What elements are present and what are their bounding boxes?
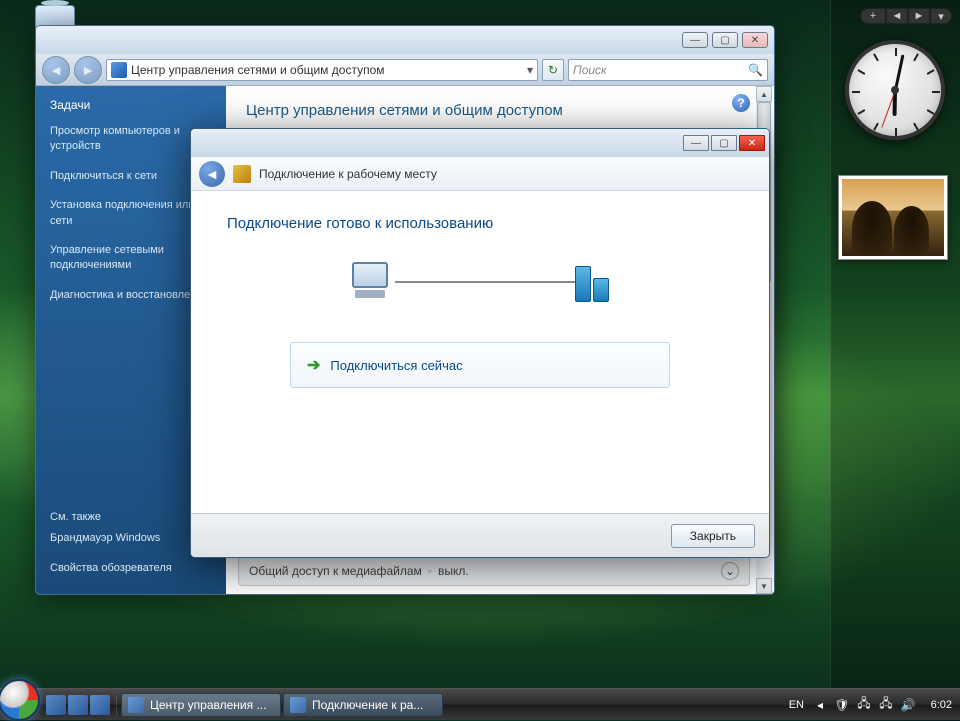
language-indicator[interactable]: EN [787,699,806,711]
address-bar[interactable]: Центр управления сетями и общим доступом… [106,59,538,81]
close-dialog-button[interactable]: Закрыть [671,524,755,548]
start-button[interactable] [0,679,40,721]
gadget-controls: + ◄ ► ▾ [860,8,952,24]
taskbar-item-network-center[interactable]: Центр управления ... [121,693,281,717]
connection-wizard-dialog: — ▢ ✕ ◄ Подключение к рабочему месту Под… [190,128,770,558]
minute-hand [894,54,904,90]
gadget-next-button[interactable]: ► [908,8,930,24]
network-center-icon [128,697,144,713]
workplace-icon [233,165,251,183]
connection-graphic [227,262,733,302]
show-desktop-icon[interactable] [46,695,66,715]
scroll-down-icon[interactable]: ▼ [756,578,772,594]
sidebar-header: Задачи [50,98,212,112]
slideshow-gadget[interactable] [838,175,948,260]
clock[interactable]: 6:02 [922,699,952,711]
connect-now-button[interactable]: ➔ Подключиться сейчас [290,342,670,388]
minimize-button[interactable]: — [682,32,708,48]
sidebar-item[interactable]: Управление сетевыми подключениями [50,243,212,274]
slideshow-image [842,179,944,256]
volume-icon[interactable]: 🔊 [900,697,916,713]
dialog-body: Подключение готово к использованию ➔ Под… [191,191,769,513]
media-sharing-state: выкл. [438,564,469,578]
dialog-close-button[interactable]: ✕ [739,135,765,151]
dialog-footer: Закрыть [191,513,769,557]
dialog-header-text: Подключение к рабочему месту [259,167,437,181]
computer-icon [345,262,395,302]
arrow-right-icon: ➔ [307,355,320,375]
address-text: Центр управления сетями и общим доступом [131,63,523,77]
see-also-header: См. также [50,511,212,523]
address-dropdown-icon[interactable]: ▾ [527,63,533,77]
gadget-menu-button[interactable]: ▾ [930,8,952,24]
dialog-minimize-button[interactable]: — [683,135,709,151]
connection-line-icon [395,281,575,283]
sidebar-see-also-item[interactable]: Брандмауэр Windows [50,531,212,546]
quick-launch-item[interactable] [90,695,110,715]
maximize-button[interactable]: ▢ [712,32,738,48]
sidebar-item[interactable]: Установка подключения или сети [50,198,212,229]
media-sharing-label: Общий доступ к медиафайлам [249,564,422,578]
security-icon[interactable]: 🛡 [834,697,850,713]
media-sharing-row[interactable]: Общий доступ к медиафайлам ◦ выкл. ⌄ [238,556,750,586]
system-tray: EN ◂ 🛡 🖧 🖧 🔊 6:02 [779,697,960,713]
task-buttons: Центр управления ... Подключение к ра... [117,693,779,717]
dialog-heading: Подключение готово к использованию [227,215,733,232]
network-icon[interactable]: 🖧 [878,697,894,713]
network-center-icon [111,62,127,78]
task-label: Центр управления ... [150,698,266,712]
dialog-header: ◄ Подключение к рабочему месту [191,157,769,191]
search-placeholder: Поиск [573,63,607,77]
sidebar-item[interactable]: Диагностика и восстановление [50,288,212,303]
sidebar-item[interactable]: Просмотр компьютеров и устройств [50,124,212,155]
back-button[interactable]: ◄ [42,56,70,84]
gadget-add-button[interactable]: + [860,8,886,24]
workplace-icon [290,697,306,713]
explorer-navbar: ◄ ► Центр управления сетями и общим дост… [36,54,774,86]
dialog-titlebar[interactable]: — ▢ ✕ [191,129,769,157]
sidebar-item[interactable]: Подключиться к сети [50,169,212,184]
server-icon [575,262,615,302]
task-label: Подключение к ра... [312,698,423,712]
taskbar-item-connection-wizard[interactable]: Подключение к ра... [283,693,443,717]
dialog-maximize-button[interactable]: ▢ [711,135,737,151]
chevron-down-icon[interactable]: ⌄ [721,562,739,580]
taskbar: Центр управления ... Подключение к ра...… [0,688,960,720]
close-button[interactable]: ✕ [742,32,768,48]
forward-button[interactable]: ► [74,56,102,84]
tray-hidden-icon[interactable]: ◂ [812,697,828,713]
explorer-titlebar[interactable]: — ▢ ✕ [36,26,774,54]
connect-now-label: Подключиться сейчас [330,358,462,373]
refresh-button[interactable]: ↻ [542,59,564,81]
page-title: Центр управления сетями и общим доступом [246,102,754,119]
switch-windows-icon[interactable] [68,695,88,715]
scroll-up-icon[interactable]: ▲ [756,86,772,102]
quick-launch [40,695,117,715]
sidebar-see-also-item[interactable]: Свойства обозревателя [50,561,212,576]
dialog-back-button[interactable]: ◄ [199,161,225,187]
network-icon[interactable]: 🖧 [856,697,872,713]
clock-gadget[interactable] [845,40,945,140]
help-icon[interactable]: ? [732,94,750,112]
search-input[interactable]: Поиск 🔍 [568,59,768,81]
search-icon: 🔍 [748,63,763,77]
gadget-prev-button[interactable]: ◄ [886,8,908,24]
